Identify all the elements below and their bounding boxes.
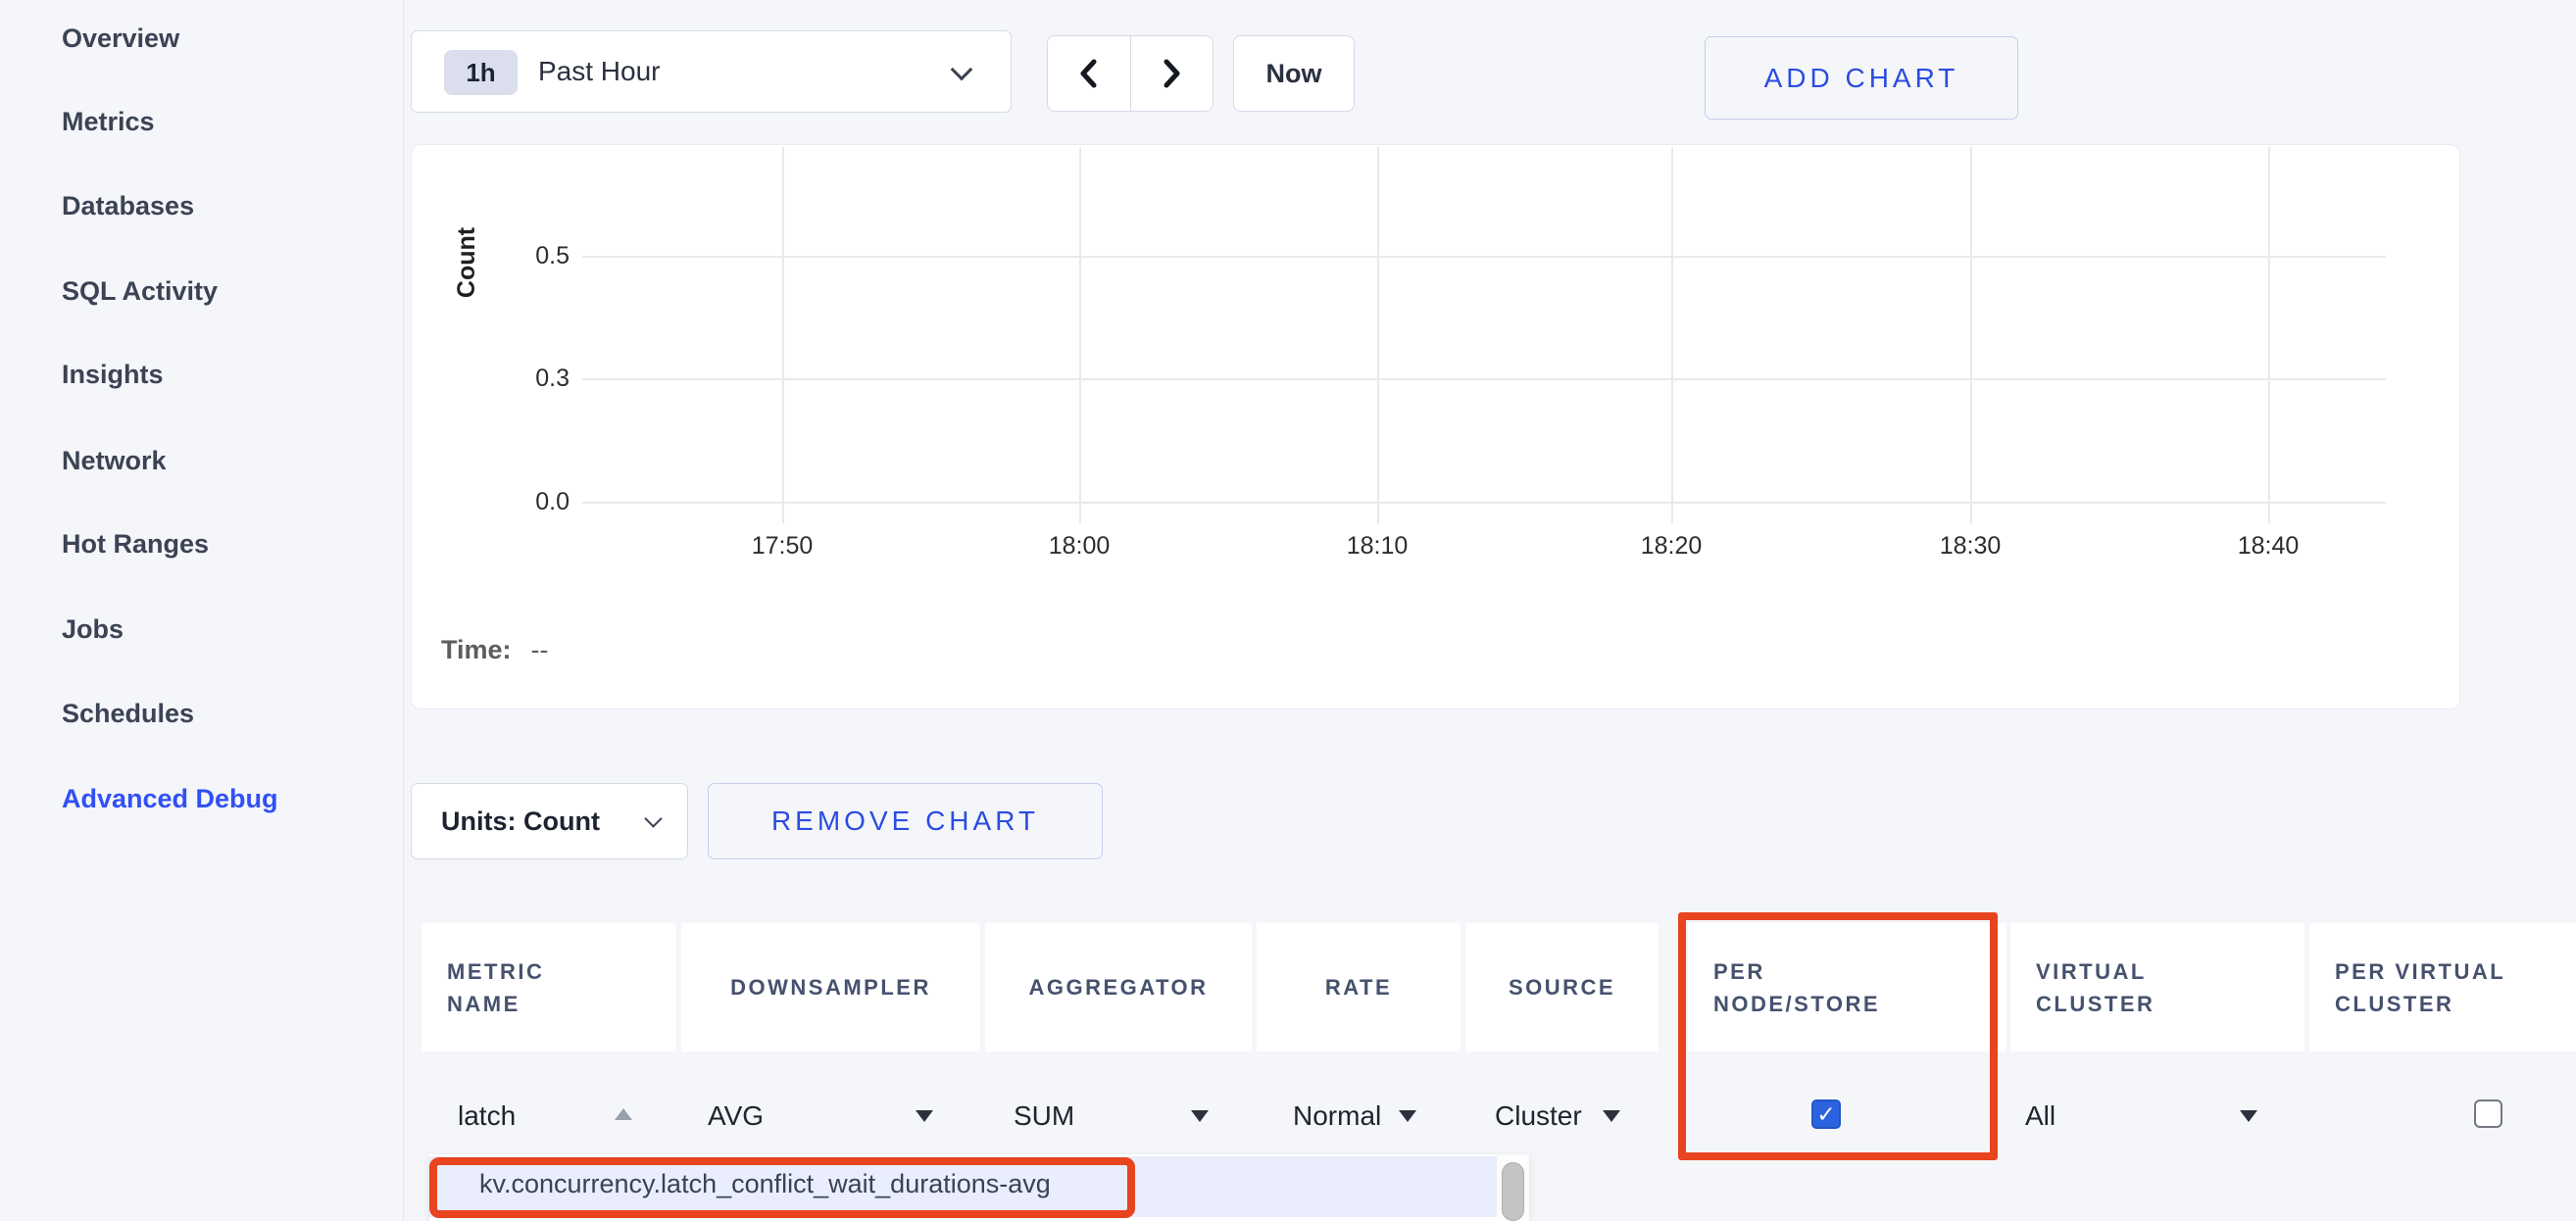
sidebar-item-insights[interactable]: Insights — [62, 358, 164, 391]
per-virtual-cluster-checkbox[interactable] — [2474, 1099, 2502, 1128]
header-line: NAME — [447, 988, 676, 1020]
y-axis-tick: 0.3 — [471, 363, 570, 394]
downsampler-select[interactable]: AVG — [708, 1098, 764, 1135]
gridline-vertical — [1671, 147, 1673, 523]
header-line: METRIC — [447, 955, 676, 988]
timescale-dropdown[interactable]: 1h Past Hour — [411, 30, 1012, 113]
gridline-vertical — [1970, 147, 1972, 523]
metric-suggestion-label: kv.concurrency.latch_conflict_wait_durat… — [479, 1169, 1051, 1199]
gridline-horizontal — [582, 378, 2386, 380]
chevron-down-icon — [951, 59, 973, 81]
header-line: PER — [1713, 955, 2006, 988]
time-label: Time: — [441, 635, 512, 664]
sidebar-item-sql-activity[interactable]: SQL Activity — [62, 274, 218, 308]
column-header-aggregator: AGGREGATOR — [985, 923, 1252, 1051]
header-line: SOURCE — [1509, 971, 1615, 1003]
x-axis-tick: 18:20 — [1612, 529, 1730, 562]
per-node-store-checkbox[interactable] — [1811, 1099, 1841, 1129]
sidebar-divider — [403, 0, 404, 1221]
chevron-down-icon — [644, 809, 662, 827]
rate-select[interactable]: Normal — [1293, 1098, 1381, 1135]
y-axis-tick: 0.0 — [471, 486, 570, 517]
gridline-vertical — [2268, 147, 2270, 523]
chevron-left-icon — [1076, 59, 1102, 88]
scrollbar-thumb[interactable] — [1502, 1162, 1524, 1221]
timescale-value: Past Hour — [538, 31, 661, 112]
column-header-virtual-cluster: VIRTUAL CLUSTER — [2010, 923, 2304, 1051]
dropdown-arrow-icon[interactable] — [1399, 1110, 1416, 1122]
header-line: NODE/STORE — [1713, 988, 2006, 1020]
x-axis-tick: 18:00 — [1020, 529, 1138, 562]
sidebar-item-databases[interactable]: Databases — [62, 189, 194, 222]
x-axis-tick: 18:40 — [2209, 529, 2327, 562]
remove-chart-button[interactable]: REMOVE CHART — [708, 783, 1103, 859]
next-timewindow-button[interactable] — [1131, 36, 1214, 111]
time-value: -- — [531, 635, 549, 664]
dropdown-arrow-icon[interactable] — [1603, 1110, 1620, 1122]
add-chart-button[interactable]: ADD CHART — [1705, 36, 2018, 120]
column-header-downsampler: DOWNSAMPLER — [681, 923, 980, 1051]
dropdown-arrow-icon[interactable] — [2240, 1110, 2257, 1122]
sidebar-item-metrics[interactable]: Metrics — [62, 105, 155, 138]
prev-timewindow-button[interactable] — [1048, 36, 1131, 111]
gridline-horizontal — [582, 502, 2386, 504]
x-axis-tick: 18:30 — [1911, 529, 2029, 562]
gridline-horizontal — [582, 256, 2386, 258]
units-value: Units: Count — [441, 784, 600, 858]
x-axis-tick: 18:10 — [1318, 529, 1436, 562]
metric-name-input[interactable] — [458, 1096, 605, 1137]
gridline-vertical — [782, 147, 784, 523]
column-header-per-virtual-cluster: PER VIRTUAL CLUSTER — [2309, 923, 2576, 1051]
header-line: CLUSTER — [2335, 988, 2576, 1020]
metric-suggestion-item[interactable]: kv.concurrency.latch_conflict_wait_durat… — [429, 1156, 1497, 1217]
metric-dropdown-open-icon[interactable] — [615, 1108, 632, 1120]
x-axis-tick: 17:50 — [723, 529, 841, 562]
gridline-vertical — [1377, 147, 1379, 523]
sidebar-item-advanced-debug[interactable]: Advanced Debug — [62, 782, 278, 815]
sidebar-item-jobs[interactable]: Jobs — [62, 612, 124, 646]
timescale-badge: 1h — [444, 50, 518, 95]
chevron-right-icon — [1159, 59, 1184, 88]
dropdown-arrow-icon[interactable] — [916, 1110, 933, 1122]
sidebar-item-hot-ranges[interactable]: Hot Ranges — [62, 527, 209, 561]
virtual-cluster-select[interactable]: All — [2025, 1098, 2056, 1135]
sidebar-item-overview[interactable]: Overview — [62, 22, 179, 55]
suggestions-scrollbar — [1497, 1154, 1529, 1221]
metric-suggestions-panel: kv.concurrency.latch_conflict_wait_durat… — [429, 1154, 1529, 1221]
header-line: AGGREGATOR — [1028, 971, 1208, 1003]
header-line: RATE — [1325, 971, 1392, 1003]
units-dropdown[interactable]: Units: Count — [411, 783, 688, 859]
header-line: VIRTUAL — [2036, 955, 2304, 988]
hover-time-readout: Time: -- — [441, 635, 549, 665]
time-nav-button-group — [1047, 35, 1214, 112]
now-button[interactable]: Now — [1233, 35, 1355, 112]
sidebar-item-schedules[interactable]: Schedules — [62, 697, 194, 730]
chart-card: Count 0.5 0.3 0.0 17:50 18:00 18:10 18:2… — [411, 144, 2460, 709]
aggregator-select[interactable]: SUM — [1014, 1098, 1074, 1135]
column-header-metric-name: METRIC NAME — [421, 923, 676, 1051]
column-header-source: SOURCE — [1465, 923, 1659, 1051]
dropdown-arrow-icon[interactable] — [1191, 1110, 1209, 1122]
source-select[interactable]: Cluster — [1495, 1098, 1582, 1135]
column-header-rate: RATE — [1257, 923, 1461, 1051]
y-axis-tick: 0.5 — [471, 240, 570, 271]
header-line: CLUSTER — [2036, 988, 2304, 1020]
sidebar: Overview Metrics Databases SQL Activity … — [0, 0, 403, 1221]
header-line: PER VIRTUAL — [2335, 955, 2576, 988]
custom-chart-debug-page: Overview Metrics Databases SQL Activity … — [0, 0, 2576, 1221]
sidebar-item-network[interactable]: Network — [62, 444, 167, 477]
column-header-per-node-store: PER NODE/STORE — [1688, 923, 2006, 1051]
gridline-vertical — [1079, 147, 1081, 523]
header-line: DOWNSAMPLER — [730, 971, 931, 1003]
